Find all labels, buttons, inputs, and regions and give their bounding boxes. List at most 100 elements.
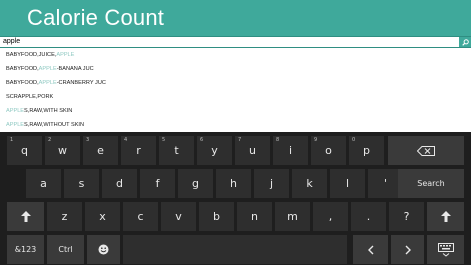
key-label: g	[192, 177, 199, 190]
shift-key-left[interactable]	[7, 202, 44, 231]
shift-key-right[interactable]	[427, 202, 464, 231]
suggestion-item[interactable]: APPLES,RAW,WITH SKIN	[0, 104, 471, 118]
key-c[interactable]: c	[123, 202, 158, 231]
key-number-hint: 3	[86, 137, 90, 143]
key-label: w	[58, 144, 67, 157]
app-title: Calorie Count	[27, 5, 165, 30]
key-label: d	[116, 177, 123, 190]
keyboard-icon	[437, 242, 454, 257]
key-o[interactable]: 9o	[311, 136, 346, 165]
key-k[interactable]: k	[292, 169, 327, 198]
suggestion-item[interactable]: BABYFOOD,APPLE-CRANBERRY JUC	[0, 76, 471, 90]
key-number-hint: 1	[10, 137, 14, 143]
key-question[interactable]: ?	[389, 202, 424, 231]
suggestion-match-text: APPLE	[6, 122, 25, 128]
key-label: z	[61, 210, 68, 223]
key-s[interactable]: s	[64, 169, 99, 198]
key-a[interactable]: a	[26, 169, 61, 198]
key-n[interactable]: n	[237, 202, 272, 231]
suggestion-match-text: APPLE	[38, 66, 57, 72]
key-label: &123	[14, 245, 37, 254]
suggestion-item[interactable]: BABYFOOD,JUICE,APPLE	[0, 48, 471, 62]
key-number-hint: 0	[352, 137, 356, 143]
key-label: s	[78, 177, 85, 190]
search-input[interactable]	[3, 37, 453, 47]
emoji-key[interactable]	[87, 235, 120, 264]
suggestion-item[interactable]: BABYFOOD,APPLE-BANANA JUC	[0, 62, 471, 76]
chevron-right-icon	[405, 245, 411, 255]
key-label: q	[21, 144, 28, 157]
key-w[interactable]: 2w	[45, 136, 80, 165]
chevron-left-icon	[367, 245, 374, 255]
shift-arrow-icon	[20, 211, 31, 222]
symbols-key[interactable]: &123	[7, 235, 44, 264]
key-label: b	[213, 210, 220, 223]
key-label: ,	[328, 210, 333, 223]
key-b[interactable]: b	[199, 202, 234, 231]
key-label: f	[155, 177, 160, 190]
key-number-hint: 6	[200, 137, 204, 143]
key-label: u	[249, 144, 256, 157]
key-r[interactable]: 4r	[121, 136, 156, 165]
right-arrow-key[interactable]	[391, 235, 424, 264]
key-z[interactable]: z	[47, 202, 82, 231]
app-header: Calorie Count	[0, 0, 471, 36]
key-q[interactable]: 1q	[7, 136, 42, 165]
key-comma[interactable]: ,	[313, 202, 348, 231]
search-button[interactable]	[459, 37, 471, 47]
key-j[interactable]: j	[254, 169, 289, 198]
suggestion-text: -CRANBERRY JUC	[56, 80, 106, 86]
key-period[interactable]: .	[351, 202, 386, 231]
key-number-hint: 8	[276, 137, 280, 143]
search-icon	[461, 38, 469, 46]
left-arrow-key[interactable]	[353, 235, 388, 264]
key-y[interactable]: 6y	[197, 136, 232, 165]
shift-arrow-icon	[440, 211, 451, 222]
key-l[interactable]: l	[330, 169, 365, 198]
key-number-hint: 5	[162, 137, 166, 143]
suggestion-text: BABYFOOD,	[6, 80, 39, 86]
key-label: a	[40, 177, 47, 190]
key-label: n	[251, 210, 258, 223]
key-m[interactable]: m	[275, 202, 310, 231]
key-label: i	[288, 144, 293, 157]
key-e[interactable]: 3e	[83, 136, 118, 165]
keyboard-dismiss-key[interactable]	[427, 235, 464, 264]
ctrl-key[interactable]: Ctrl	[47, 235, 84, 264]
key-v[interactable]: v	[161, 202, 196, 231]
suggestion-text: -BANANA JUC	[56, 66, 94, 72]
key-label: l	[345, 177, 350, 190]
backspace-key[interactable]	[388, 136, 464, 165]
key-u[interactable]: 7u	[235, 136, 270, 165]
search-key[interactable]: Search	[398, 169, 464, 198]
space-key[interactable]	[123, 235, 347, 264]
suggestion-list: BABYFOOD,JUICE,APPLE BABYFOOD,APPLE-BANAN…	[0, 48, 471, 132]
key-label: Ctrl	[58, 245, 73, 254]
suggestion-item[interactable]: APPLES,RAW,WITHOUT SKIN	[0, 118, 471, 132]
key-number-hint: 7	[238, 137, 242, 143]
suggestion-text: S,RAW,WITHOUT SKIN	[24, 122, 85, 128]
suggestion-item[interactable]: SCRAPPLE,PORK	[0, 90, 471, 104]
key-i[interactable]: 8i	[273, 136, 308, 165]
key-label: r	[136, 144, 141, 157]
key-h[interactable]: h	[216, 169, 251, 198]
key-label: t	[174, 144, 179, 157]
key-label: m	[287, 210, 298, 223]
suggestion-match-text: APPLE	[38, 80, 57, 86]
backspace-icon	[417, 145, 435, 156]
key-label: e	[97, 144, 104, 157]
key-x[interactable]: x	[85, 202, 120, 231]
key-label: k	[306, 177, 313, 190]
key-t[interactable]: 5t	[159, 136, 194, 165]
key-label: o	[325, 144, 332, 157]
key-label: ?	[403, 210, 410, 223]
key-g[interactable]: g	[178, 169, 213, 198]
key-number-hint: 9	[314, 137, 318, 143]
key-f[interactable]: f	[140, 169, 175, 198]
key-number-hint: 4	[124, 137, 128, 143]
key-p[interactable]: 0p	[349, 136, 384, 165]
key-d[interactable]: d	[102, 169, 137, 198]
key-label: v	[175, 210, 182, 223]
smiley-icon	[98, 244, 109, 255]
suggestion-text: SCRAPPLE,PORK	[6, 94, 54, 100]
